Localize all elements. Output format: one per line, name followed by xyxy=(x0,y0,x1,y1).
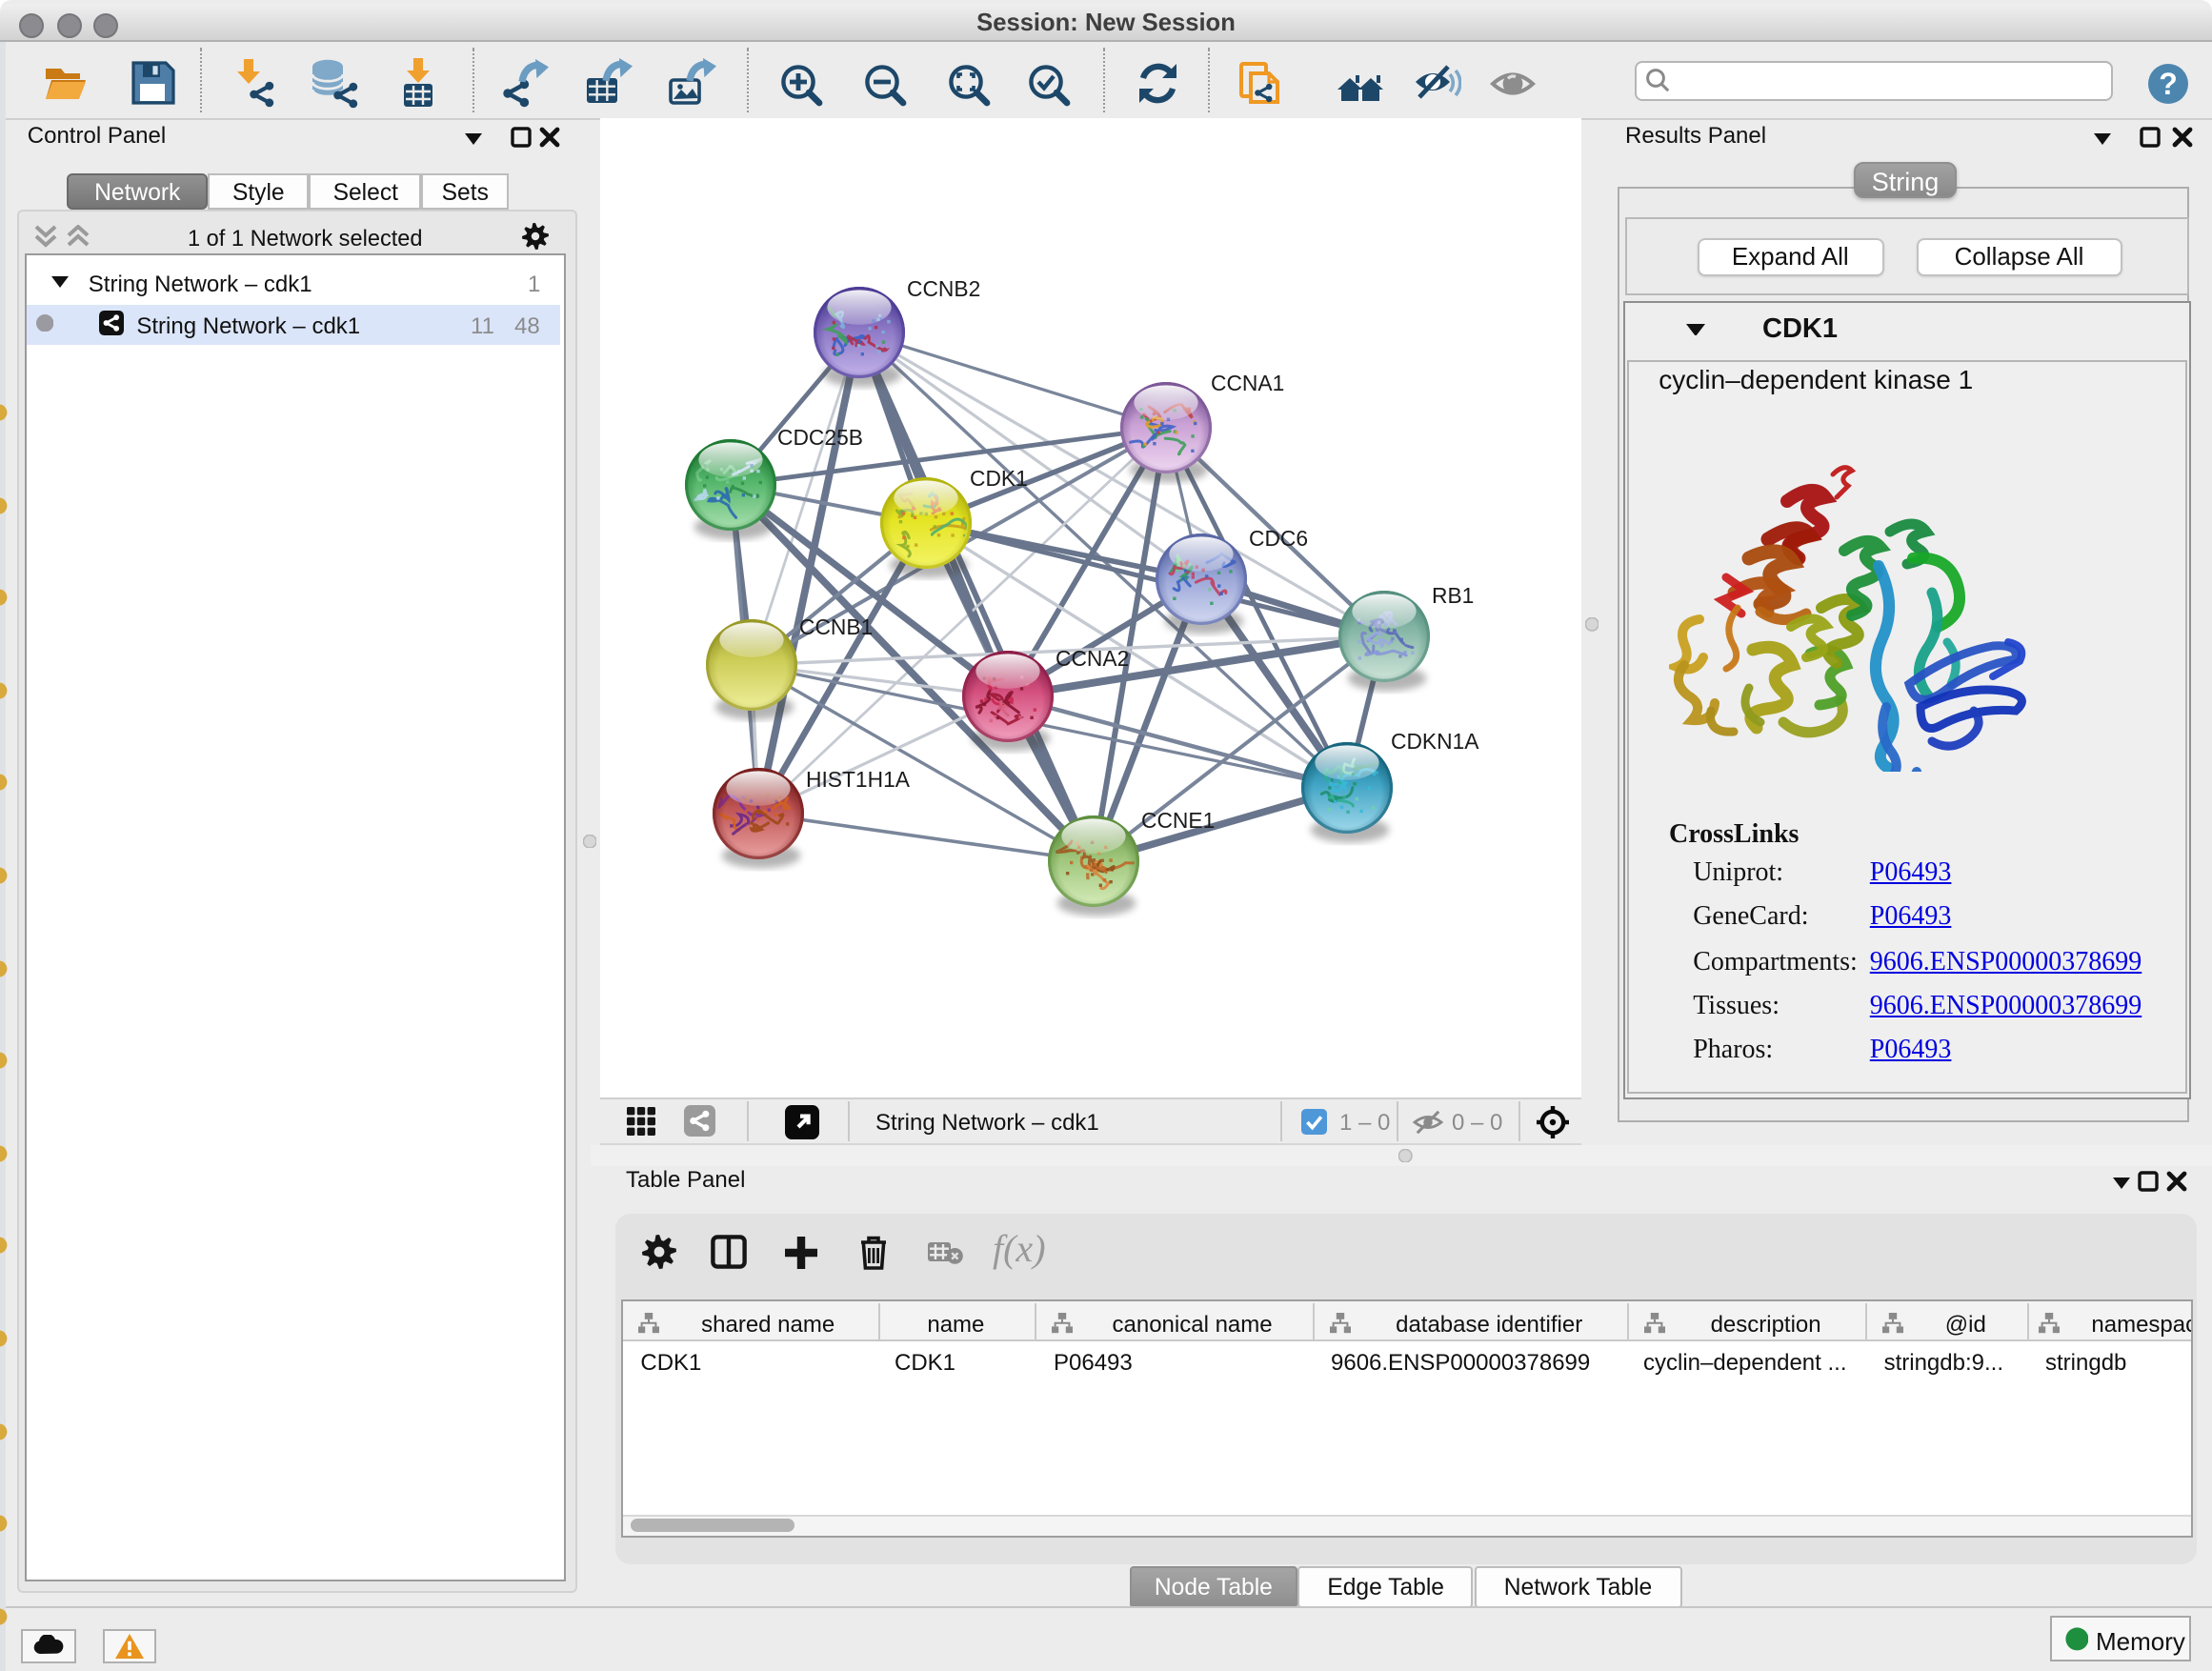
svg-text:?: ? xyxy=(2159,66,2178,100)
svg-text:CDC25B: CDC25B xyxy=(777,425,863,450)
svg-text:CCNB2: CCNB2 xyxy=(907,276,980,301)
svg-text:CDKN1A: CDKN1A xyxy=(1391,729,1479,754)
svg-text:RB1: RB1 xyxy=(1432,583,1474,608)
svg-text:CCNA2: CCNA2 xyxy=(1056,646,1129,671)
svg-text:CCNB1: CCNB1 xyxy=(799,614,873,639)
svg-text:CCNE1: CCNE1 xyxy=(1141,808,1215,833)
svg-text:CCNA1: CCNA1 xyxy=(1211,371,1284,395)
svg-text:HIST1H1A: HIST1H1A xyxy=(806,767,911,792)
svg-text:CDC6: CDC6 xyxy=(1249,526,1308,551)
svg-text:CDK1: CDK1 xyxy=(970,466,1028,491)
